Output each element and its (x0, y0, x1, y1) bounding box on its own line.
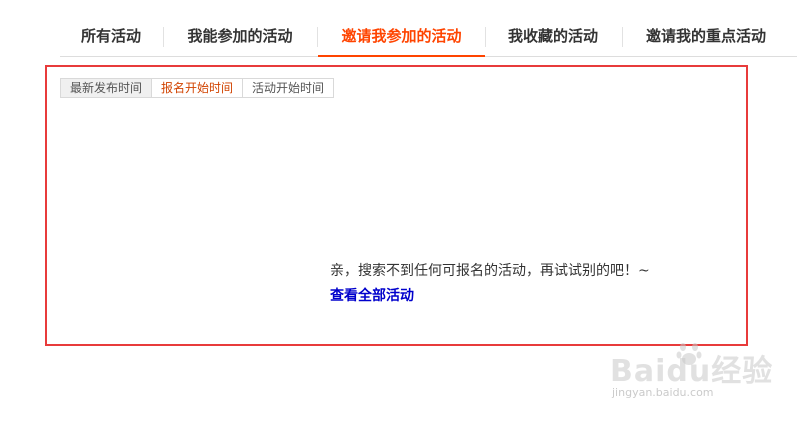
sort-activity-start[interactable]: 活动开始时间 (243, 79, 333, 97)
tab-divider (622, 27, 623, 47)
sort-latest-published[interactable]: 最新发布时间 (61, 79, 153, 97)
tab-invited-key-activities[interactable]: 邀请我的重点活动 (641, 18, 771, 55)
sort-registration-start[interactable]: 报名开始时间 (152, 79, 244, 97)
tab-joinable-activities[interactable]: 我能参加的活动 (183, 18, 297, 55)
watermark-brand: Baidu经验 (610, 354, 774, 389)
tab-favorite-activities[interactable]: 我收藏的活动 (504, 18, 602, 55)
tab-all-activities[interactable]: 所有活动 (79, 18, 143, 55)
tab-invited-activities[interactable]: 邀请我参加的活动 (318, 18, 485, 57)
watermark-url: jingyan.baidu.com (612, 386, 714, 399)
baidu-jingyan-watermark: Baidu经验 jingyan.baidu.com (610, 340, 772, 402)
activity-tabs: 所有活动 我能参加的活动 邀请我参加的活动 我收藏的活动 邀请我的重点活动 (60, 18, 797, 57)
empty-state-message: 亲，搜索不到任何可报名的活动，再试试别的吧！~ (330, 263, 650, 279)
sort-options: 最新发布时间 报名开始时间 活动开始时间 (60, 78, 335, 98)
tab-divider (485, 27, 486, 47)
tab-divider (163, 27, 164, 47)
view-all-activities-link[interactable]: 查看全部活动 (330, 285, 414, 305)
content-panel: 最新发布时间 报名开始时间 活动开始时间 亲，搜索不到任何可报名的活动，再试试别… (45, 65, 748, 346)
